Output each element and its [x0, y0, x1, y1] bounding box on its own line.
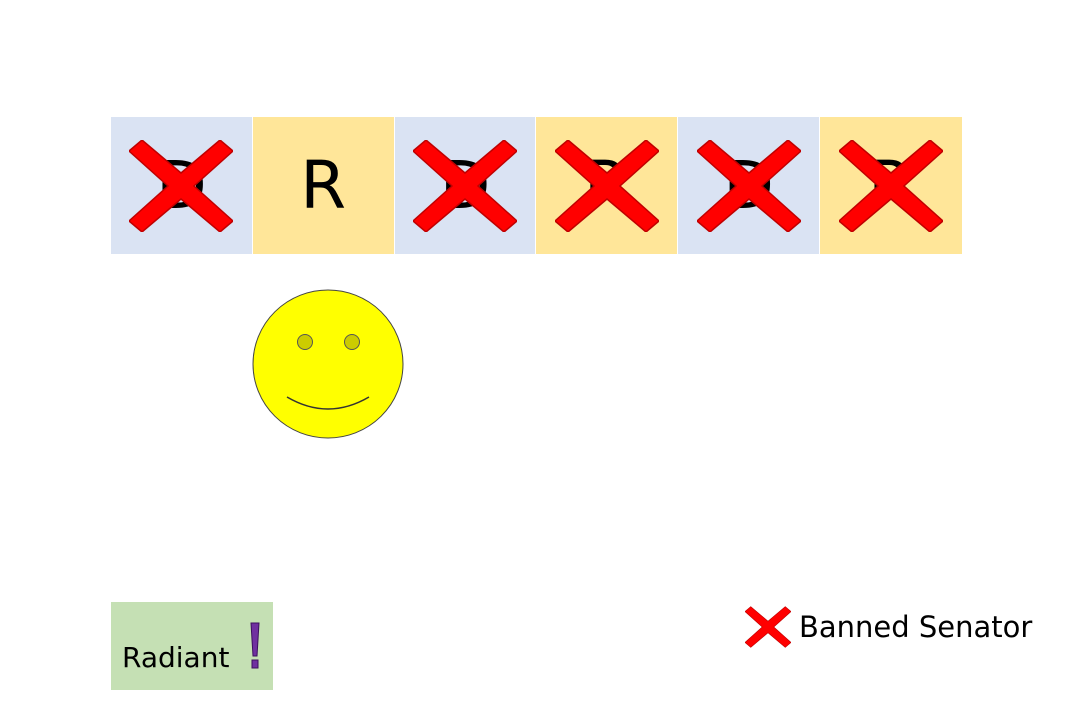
senator-box: R [819, 117, 962, 254]
x-icon [745, 606, 791, 648]
senator-box: D [111, 117, 253, 254]
banned-x-icon [412, 139, 517, 232]
smiley-face-icon [252, 289, 404, 439]
banned-x-icon [838, 139, 943, 232]
smiley-right-eye [344, 334, 360, 350]
banned-x-icon [696, 139, 801, 232]
banned-x-icon [554, 139, 659, 232]
senator-box: D [678, 117, 820, 254]
legend: Banned Senator [745, 602, 1032, 652]
legend-label: Banned Senator [799, 610, 1033, 644]
banned-x-icon [129, 139, 234, 232]
result-label: Radiant [122, 641, 230, 674]
result-box: Radiant [111, 602, 273, 690]
exclamation-icon [250, 622, 260, 669]
smiley-head [252, 289, 404, 439]
senator-box: R [536, 117, 679, 254]
smiley-left-eye [297, 334, 313, 350]
senator-party-letter: R [300, 146, 347, 224]
senator-box: D [394, 117, 537, 254]
senator-box: R [252, 117, 395, 254]
senate-row: DRDRDR [111, 117, 962, 254]
